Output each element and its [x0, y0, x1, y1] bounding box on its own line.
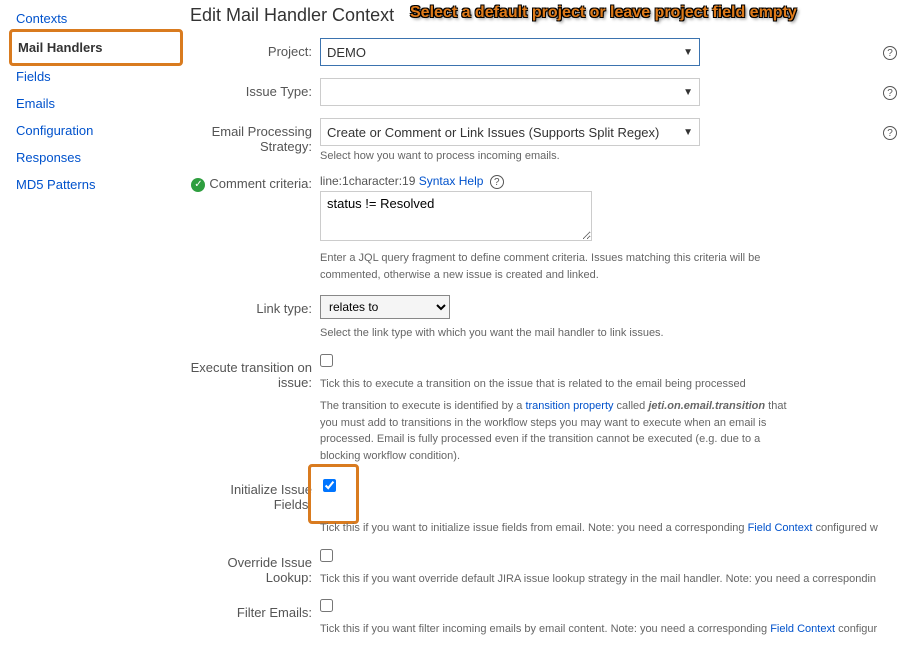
comment-criteria-textarea[interactable]	[320, 191, 592, 241]
strategy-select[interactable]: Create or Comment or Link Issues (Suppor…	[320, 118, 700, 146]
execute-transition-checkbox[interactable]	[320, 354, 333, 367]
sidebar-highlight-box: Mail Handlers	[9, 29, 183, 66]
transition-property-link[interactable]: transition property	[525, 400, 613, 412]
strategy-select-value: Create or Comment or Link Issues (Suppor…	[327, 125, 659, 140]
execute-transition-desc2: The transition to execute is identified …	[320, 398, 790, 464]
comment-criteria-label: ✓Comment criteria:	[190, 174, 320, 192]
field-context-link[interactable]: Field Context	[748, 522, 813, 534]
sidebar-item-mail-handlers[interactable]: Mail Handlers	[14, 34, 178, 61]
sidebar-item-emails[interactable]: Emails	[12, 90, 180, 117]
initialize-fields-checkbox[interactable]	[323, 479, 336, 492]
sidebar-item-md5-patterns[interactable]: MD5 Patterns	[12, 171, 180, 198]
filter-emails-desc: Tick this if you want filter incoming em…	[320, 621, 880, 638]
help-icon[interactable]: ?	[490, 175, 504, 189]
sidebar-item-configuration[interactable]: Configuration	[12, 117, 180, 144]
execute-transition-desc1: Tick this to execute a transition on the…	[320, 376, 880, 393]
issue-type-label: Issue Type:	[190, 78, 320, 99]
override-lookup-desc: Tick this if you want override default J…	[320, 571, 880, 588]
main-content: Select a default project or leave projec…	[180, 0, 899, 660]
help-icon[interactable]: ?	[877, 118, 899, 140]
strategy-label: Email Processing Strategy:	[190, 118, 320, 154]
chevron-down-icon: ▼	[683, 87, 693, 98]
filter-emails-label: Filter Emails:	[190, 599, 320, 620]
issue-type-select[interactable]: ▼	[320, 78, 700, 106]
sidebar: Contexts Mail Handlers Fields Emails Con…	[0, 0, 180, 660]
sidebar-item-responses[interactable]: Responses	[12, 144, 180, 171]
syntax-help-link[interactable]: Syntax Help	[419, 174, 484, 188]
override-lookup-checkbox[interactable]	[320, 549, 333, 562]
comment-criteria-desc: Enter a JQL query fragment to define com…	[320, 250, 790, 283]
chevron-down-icon: ▼	[683, 127, 693, 138]
sidebar-item-contexts[interactable]: Contexts	[12, 5, 180, 32]
strategy-hint: Select how you want to process incoming …	[320, 150, 877, 162]
annotation-text: Select a default project or leave projec…	[410, 4, 797, 22]
filter-emails-checkbox[interactable]	[320, 599, 333, 612]
override-lookup-label: Override Issue Lookup:	[190, 549, 320, 585]
initialize-highlight-box	[308, 464, 359, 524]
help-icon[interactable]: ?	[877, 78, 899, 100]
help-icon[interactable]: ?	[877, 38, 899, 60]
link-type-select[interactable]: relates to	[320, 295, 450, 319]
sidebar-item-fields[interactable]: Fields	[12, 63, 180, 90]
check-icon: ✓	[191, 178, 205, 192]
link-type-desc: Select the link type with which you want…	[320, 325, 880, 342]
project-select-value: DEMO	[327, 45, 366, 60]
project-select[interactable]: DEMO ▼	[320, 38, 700, 66]
initialize-fields-desc: Tick this if you want to initialize issu…	[320, 520, 880, 537]
initialize-fields-label: Initialize Issue Fields:	[190, 476, 320, 512]
execute-transition-label: Execute transition on issue:	[190, 354, 320, 390]
link-type-label: Link type:	[190, 295, 320, 316]
field-context-link[interactable]: Field Context	[770, 623, 835, 635]
project-label: Project:	[190, 38, 320, 59]
chevron-down-icon: ▼	[683, 47, 693, 58]
criteria-top-line: line:1character:19 Syntax Help ?	[320, 174, 880, 189]
